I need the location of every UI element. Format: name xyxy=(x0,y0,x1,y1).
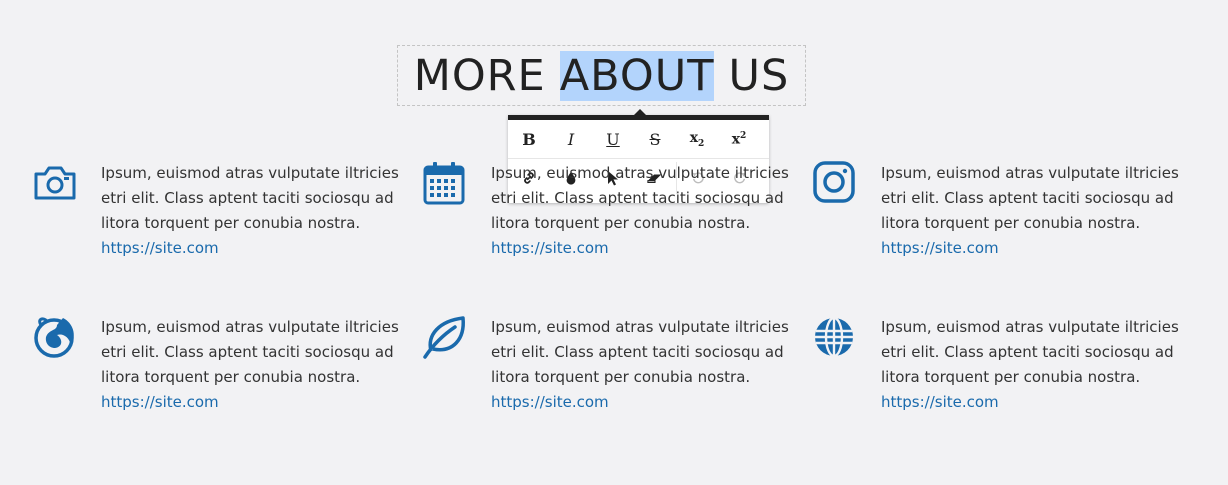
underline-button[interactable]: U xyxy=(592,120,634,158)
page-title[interactable]: MORE ABOUT US xyxy=(398,46,805,105)
feature-text: Ipsum, euismod atras vulputate iltricies… xyxy=(491,315,791,415)
feature-link[interactable]: https://site.com xyxy=(881,390,1181,415)
italic-icon: I xyxy=(567,129,575,149)
feature-description: Ipsum, euismod atras vulputate iltricies… xyxy=(881,318,1179,386)
subscript-icon: x2 xyxy=(689,129,705,149)
strikethrough-button[interactable]: S xyxy=(634,120,676,158)
feature-text: Ipsum, euismod atras vulputate iltricies… xyxy=(881,161,1181,261)
feature-description: Ipsum, euismod atras vulputate iltricies… xyxy=(491,164,789,232)
firefox-icon xyxy=(34,317,74,358)
feature-description: Ipsum, euismod atras vulputate iltricies… xyxy=(101,318,399,386)
feature-text: Ipsum, euismod atras vulputate iltricies… xyxy=(881,315,1181,415)
feature-link[interactable]: https://site.com xyxy=(881,236,1181,261)
toolbar-row-format: B I U S x2 x2 xyxy=(508,120,769,159)
bold-icon: B xyxy=(522,129,536,149)
globe-icon xyxy=(815,316,853,358)
superscript-icon: x2 xyxy=(731,130,747,148)
instagram-icon xyxy=(813,161,855,203)
feature-link[interactable]: https://site.com xyxy=(101,236,401,261)
title-word-more: MORE xyxy=(413,50,546,101)
calendar-icon xyxy=(423,162,465,205)
italic-button[interactable]: I xyxy=(550,120,592,158)
feature-text: Ipsum, euismod atras vulputate iltricies… xyxy=(491,161,791,261)
heading-editable-box[interactable]: MORE ABOUT US xyxy=(397,45,806,106)
leaf-icon xyxy=(423,316,465,359)
feature-link[interactable]: https://site.com xyxy=(101,390,401,415)
feature-description: Ipsum, euismod atras vulputate iltricies… xyxy=(491,318,789,386)
feature-text: Ipsum, euismod atras vulputate iltricies… xyxy=(101,161,401,261)
underline-icon: U xyxy=(606,129,620,149)
feature-link[interactable]: https://site.com xyxy=(491,390,791,415)
feature-link[interactable]: https://site.com xyxy=(491,236,791,261)
subscript-button[interactable]: x2 xyxy=(676,120,718,158)
camera-icon xyxy=(34,166,76,200)
feature-description: Ipsum, euismod atras vulputate iltricies… xyxy=(881,164,1179,232)
superscript-button[interactable]: x2 xyxy=(718,120,760,158)
title-word-us: US xyxy=(728,50,790,101)
title-selected-text[interactable]: ABOUT xyxy=(559,50,715,101)
feature-description: Ipsum, euismod atras vulputate iltricies… xyxy=(101,164,399,232)
bold-button[interactable]: B xyxy=(508,120,550,158)
strikethrough-icon: S xyxy=(649,129,661,149)
feature-text: Ipsum, euismod atras vulputate iltricies… xyxy=(101,315,401,415)
